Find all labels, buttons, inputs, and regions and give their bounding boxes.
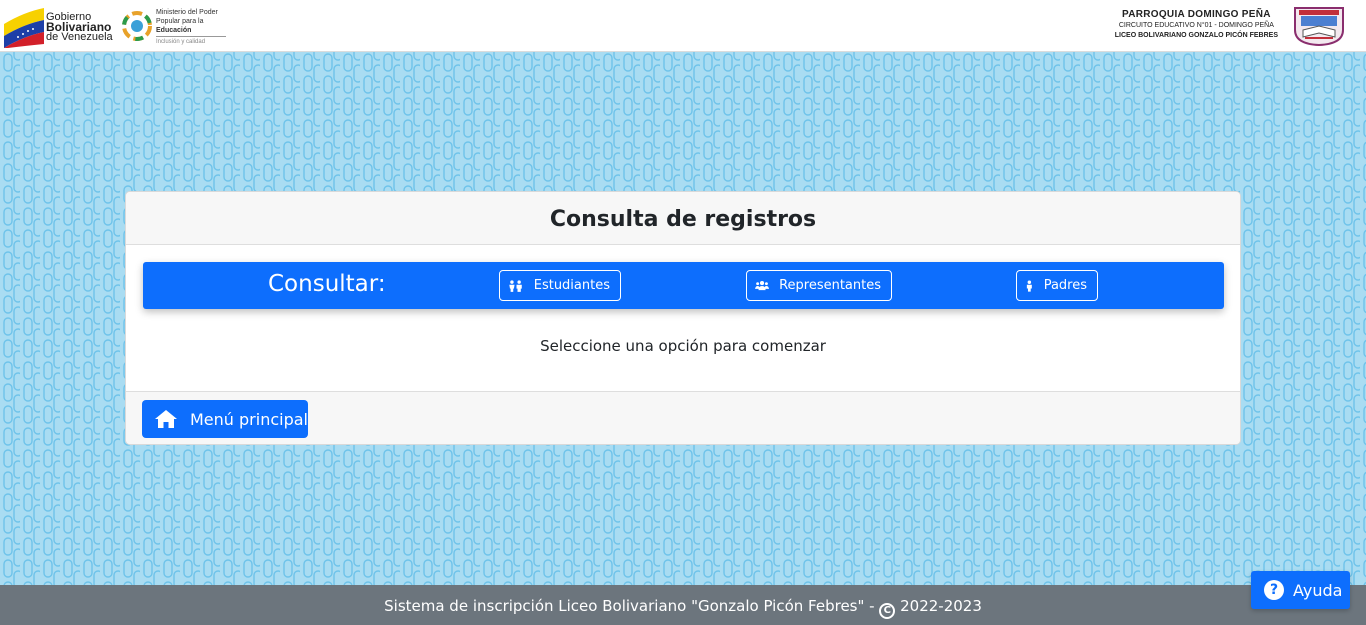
person-icon xyxy=(1026,280,1032,292)
students-button[interactable]: Estudiantes xyxy=(499,270,621,301)
circuit-name: CIRCUITO EDUCATIVO N°01 - DOMINGO PEÑA xyxy=(1118,22,1274,29)
ministry-slogan: Inclusión y calidad xyxy=(156,36,226,47)
ministry-line-3: Educación xyxy=(156,27,192,34)
school-name: LICEO BOLIVARIANO GONZALO PICÓN FEBRES xyxy=(1114,32,1278,39)
gov-line-3: de Venezuela xyxy=(46,31,113,43)
card-body: Consultar: Estudiantes Representantes Pa… xyxy=(126,245,1240,391)
ministry-name: Ministerio del Poder Popular para la Edu… xyxy=(156,8,226,47)
card-header: Consulta de registros xyxy=(126,192,1240,245)
question-circle-icon: ? xyxy=(1264,580,1284,600)
representatives-button-label: Representantes xyxy=(779,278,881,293)
users-group-icon xyxy=(755,280,770,290)
ministry-line-1: Ministerio del Poder xyxy=(156,9,218,16)
page-footer: Sistema de inscripción Liceo Bolivariano… xyxy=(0,585,1366,625)
government-name: Gobierno Bolivariano de Venezuela xyxy=(46,12,113,43)
institution-info: PARROQUIA DOMINGO PEÑA CIRCUITO EDUCATIV… xyxy=(1115,9,1278,41)
representatives-button[interactable]: Representantes xyxy=(746,270,892,301)
help-button[interactable]: ? Ayuda xyxy=(1251,571,1350,609)
top-header: Gobierno Bolivariano de Venezuela Minist… xyxy=(0,0,1366,52)
page-title: Consulta de registros xyxy=(549,207,817,232)
home-icon xyxy=(155,410,177,428)
ministry-line-2: Popular para la xyxy=(156,18,204,25)
ministry-logo-icon xyxy=(122,11,152,41)
main-menu-button-label: Menú principal xyxy=(190,409,308,429)
consult-card: Consulta de registros Consultar: Estudia… xyxy=(125,191,1241,445)
parents-button[interactable]: Padres xyxy=(1016,270,1098,301)
card-footer: Menú principal xyxy=(126,391,1240,444)
instruction-message: Seleccione una opción para comenzar xyxy=(540,337,826,355)
copyright-icon: C xyxy=(879,603,896,619)
consult-toolbar: Consultar: Estudiantes Representantes Pa… xyxy=(143,262,1224,309)
consult-label: Consultar: xyxy=(268,271,386,297)
parents-button-label: Padres xyxy=(1043,278,1087,293)
help-button-label: Ayuda xyxy=(1293,580,1343,600)
students-button-label: Estudiantes xyxy=(533,278,610,293)
parish-name: PARROQUIA DOMINGO PEÑA xyxy=(1121,9,1271,20)
footer-text: Sistema de inscripción Liceo Bolivariano… xyxy=(384,597,880,615)
footer-years: 2022-2023 xyxy=(895,597,982,615)
school-emblem-logo xyxy=(1294,7,1344,46)
main-menu-button[interactable]: Menú principal xyxy=(142,400,308,438)
children-icon xyxy=(509,279,522,292)
